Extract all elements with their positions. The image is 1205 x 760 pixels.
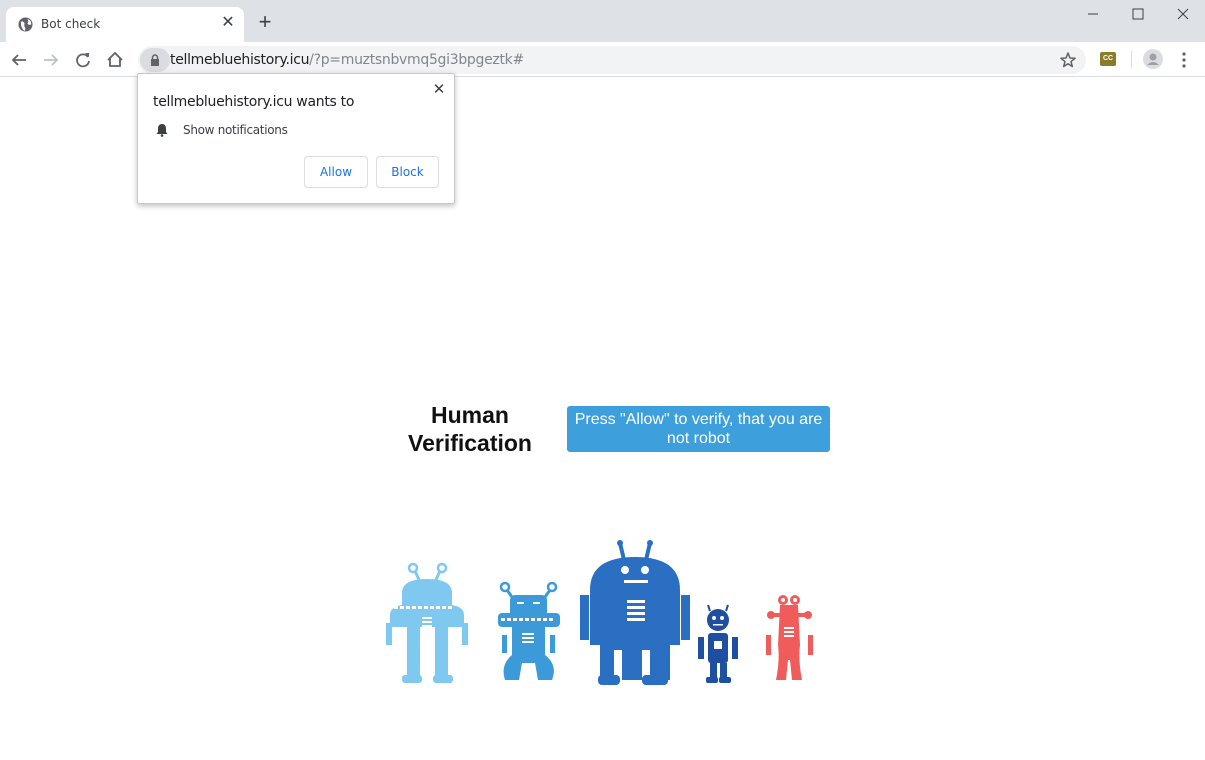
extension-cc-icon[interactable]: CC	[1100, 52, 1116, 66]
robot-light-blue	[386, 562, 468, 683]
permission-label: Show notifications	[183, 123, 288, 137]
allow-button[interactable]: Allow	[304, 156, 368, 188]
robot-medium-blue	[498, 581, 560, 680]
robot-red	[766, 595, 813, 680]
page-heading: Human Verification	[395, 401, 545, 457]
verify-button[interactable]: Press "Allow" to verify, that you are no…	[567, 406, 830, 452]
close-window-icon[interactable]	[1173, 4, 1193, 24]
title-bar: Bot check ✕ +	[0, 0, 1205, 42]
robots-illustration	[386, 540, 813, 685]
profile-avatar-icon[interactable]	[1143, 49, 1163, 69]
block-button[interactable]: Block	[376, 156, 439, 188]
heading-line-1: Human	[431, 402, 509, 428]
heading-line-2: Verification	[408, 430, 532, 456]
home-icon[interactable]	[104, 49, 126, 71]
popup-title: tellmebluehistory.icu wants to	[153, 94, 355, 110]
url-host: tellmebluehistory.icu	[170, 52, 310, 68]
robot-small-navy	[698, 604, 738, 683]
robot-big-blue	[580, 540, 690, 685]
new-tab-button[interactable]: +	[255, 11, 275, 33]
browser-tab[interactable]: Bot check ✕	[6, 7, 244, 42]
tab-close-icon[interactable]: ✕	[220, 15, 236, 31]
forward-icon[interactable]	[40, 49, 62, 71]
maximize-icon[interactable]	[1128, 4, 1148, 24]
globe-icon	[18, 17, 33, 32]
url-text[interactable]: tellmebluehistory.icu/?p=muztsnbvmq5gi3b…	[170, 52, 524, 68]
tab-title: Bot check	[41, 17, 101, 31]
popup-close-icon[interactable]: ✕	[431, 82, 447, 98]
bell-icon	[156, 124, 168, 137]
lock-icon	[151, 54, 159, 66]
minimize-icon[interactable]	[1083, 4, 1103, 24]
kebab-menu-icon[interactable]	[1176, 50, 1192, 70]
address-bar[interactable]: tellmebluehistory.icu/?p=muztsnbvmq5gi3b…	[138, 46, 1086, 74]
url-path: /?p=muztsnbvmq5gi3bpgeztk#	[309, 52, 524, 68]
toolbar-divider	[1131, 51, 1132, 68]
back-icon[interactable]	[8, 49, 30, 71]
browser-toolbar: tellmebluehistory.icu/?p=muztsnbvmq5gi3b…	[0, 42, 1205, 77]
reload-icon[interactable]	[72, 49, 94, 71]
site-info-button[interactable]	[140, 48, 170, 72]
notification-permission-popup: tellmebluehistory.icu wants to ✕ Show no…	[137, 73, 455, 204]
bookmark-star-icon[interactable]	[1058, 50, 1078, 70]
